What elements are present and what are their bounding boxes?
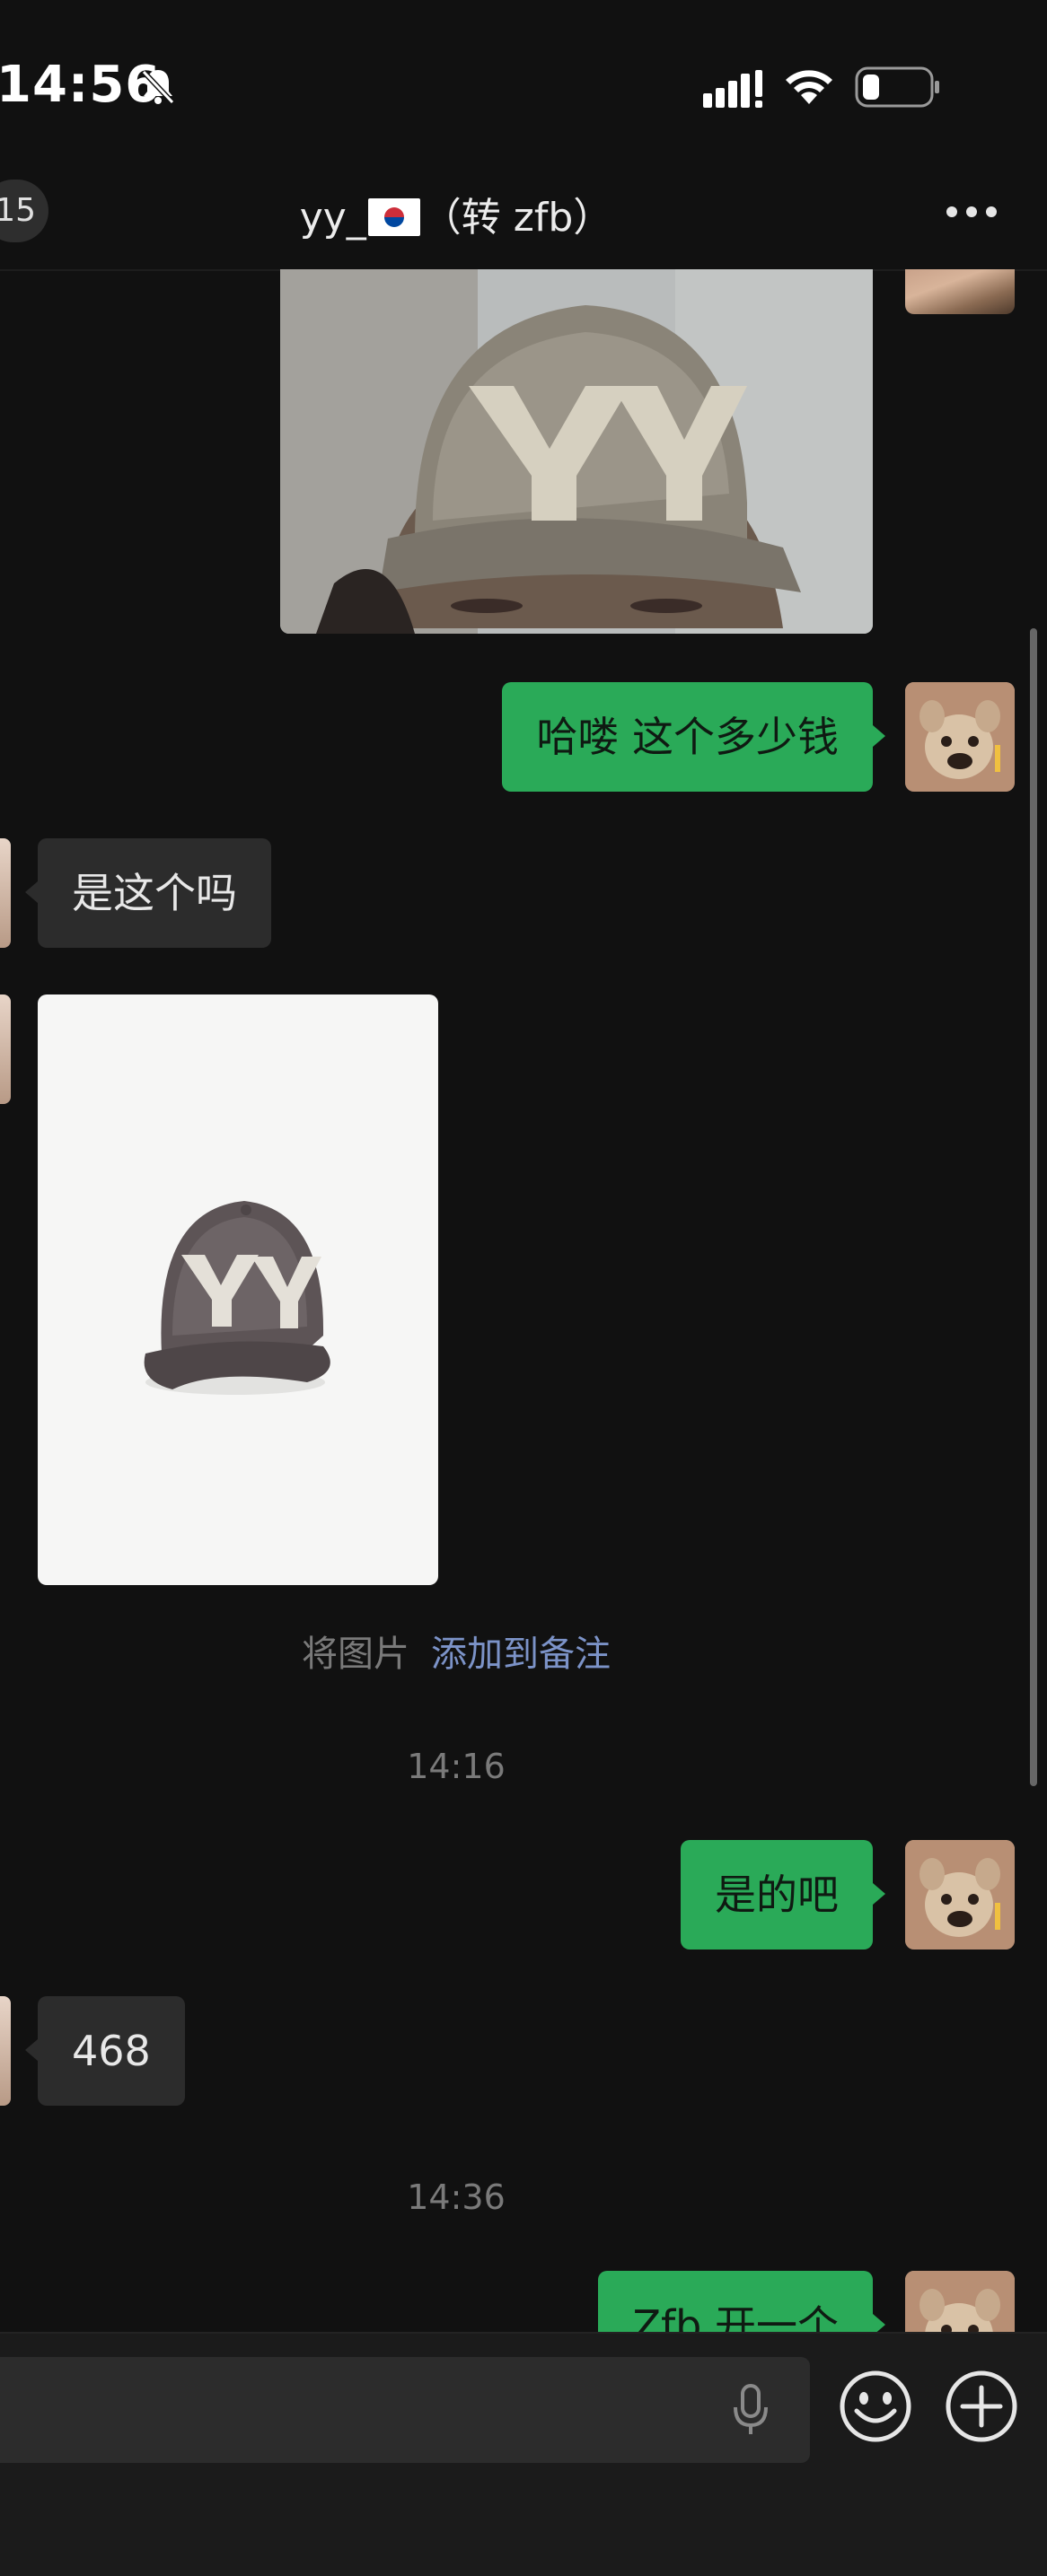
- microphone-icon[interactable]: [731, 2384, 770, 2441]
- more-dots-icon[interactable]: [945, 203, 999, 224]
- contact-avatar[interactable]: [0, 838, 11, 948]
- emoji-icon[interactable]: [839, 2370, 912, 2447]
- plus-icon[interactable]: [945, 2370, 1018, 2447]
- contact-avatar[interactable]: [0, 994, 11, 1104]
- bubble-tail: [25, 881, 38, 903]
- contact-avatar[interactable]: [0, 1996, 11, 2106]
- incoming-message[interactable]: 是这个吗: [38, 838, 271, 948]
- add-to-remark-link[interactable]: 添加到备注: [431, 1634, 611, 1675]
- bubble-tail: [25, 2039, 38, 2061]
- battery-icon: [855, 66, 941, 111]
- bubble-tail: [873, 725, 885, 747]
- message-timestamp: 14:16: [407, 1747, 506, 1786]
- my-avatar[interactable]: [905, 682, 1015, 792]
- status-time: 14:56: [0, 56, 162, 114]
- korea-flag-icon: [367, 198, 420, 236]
- message-timestamp: 14:36: [407, 2177, 506, 2217]
- scrollbar[interactable]: [1030, 628, 1037, 1786]
- chat-title-name: yy_: [299, 195, 366, 241]
- message-input[interactable]: [0, 2357, 810, 2463]
- my-avatar[interactable]: [905, 269, 1015, 314]
- chat-title[interactable]: yy_ （转 zfb）: [0, 185, 912, 242]
- incoming-message[interactable]: 468: [38, 1996, 185, 2106]
- image-message-cap-selfie[interactable]: [280, 269, 873, 634]
- chat-title-note: （转 zfb）: [421, 195, 613, 241]
- bell-muted-icon: [138, 66, 178, 110]
- outgoing-message[interactable]: 是的吧: [681, 1840, 873, 1950]
- system-note: 将图片 添加到备注: [0, 1625, 912, 1677]
- system-note-prefix: 将图片: [302, 1634, 409, 1675]
- outgoing-message[interactable]: 哈喽 这个多少钱: [502, 682, 873, 792]
- wifi-icon: [781, 63, 837, 111]
- image-message-yy-cap-product[interactable]: [38, 994, 438, 1585]
- bubble-tail: [873, 1883, 885, 1905]
- my-avatar[interactable]: [905, 1840, 1015, 1950]
- cellular-signal-icon: [703, 70, 766, 111]
